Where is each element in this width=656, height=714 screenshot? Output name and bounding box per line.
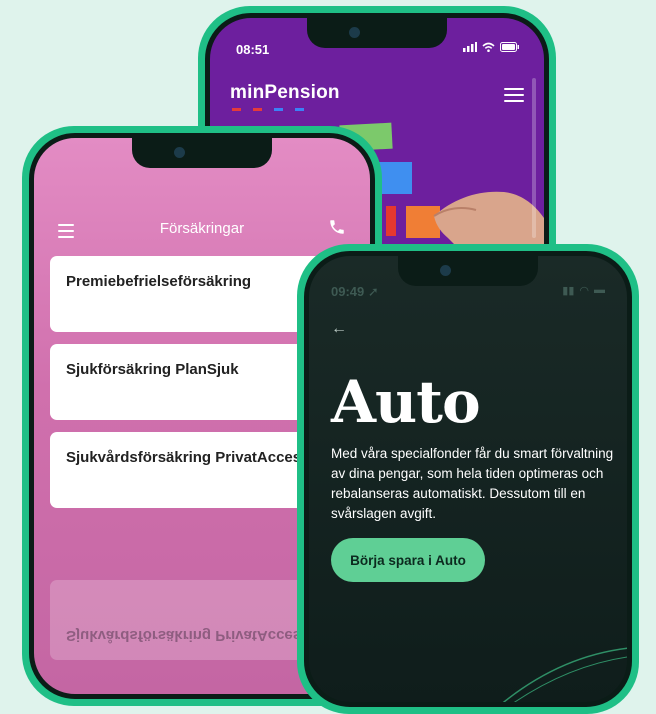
logo-dots <box>232 108 304 111</box>
signal-icon: ▮▮ <box>562 285 575 297</box>
status-icons: ▮▮ ◠ ▬ <box>562 284 605 297</box>
minpension-logo: minPension <box>230 82 340 103</box>
camera-icon <box>174 147 185 158</box>
back-arrow-icon[interactable]: ← <box>331 320 347 338</box>
page-title: Auto <box>331 368 481 436</box>
auto-screen: 09:49 ➚ ▮▮ ◠ ▬ ← Auto Med våra specialfond… <box>304 251 632 707</box>
signal-icon <box>463 42 477 52</box>
status-time: 08:51 <box>236 42 270 57</box>
scrollbar[interactable] <box>532 78 536 238</box>
battery-icon: ▬ <box>594 284 605 296</box>
wifi-icon: ◠ <box>579 285 589 297</box>
battery-icon <box>500 42 519 52</box>
card-label: Sjukförsäkring PlanSjuk <box>66 361 239 378</box>
card-label: Premiebefrielseförsäkring <box>66 273 252 290</box>
camera-icon <box>349 27 360 38</box>
status-time: 09:49 ➚ <box>331 284 379 300</box>
red-block <box>386 206 396 236</box>
location-icon: ➚ <box>367 284 379 299</box>
status-icons <box>463 42 520 52</box>
camera-icon <box>440 265 451 276</box>
phone-icon[interactable] <box>328 218 346 236</box>
wifi-icon <box>482 42 495 52</box>
phone-auto: 09:49 ➚ ▮▮ ◠ ▬ ← Auto Med våra specialfond… <box>297 244 639 714</box>
page-title: Försäkringar <box>159 220 245 237</box>
phone-notch <box>307 18 447 48</box>
phone-notch <box>132 138 272 168</box>
start-saving-button[interactable]: Börja spara i Auto <box>331 538 485 582</box>
phone-notch <box>398 256 538 286</box>
hamburger-menu-icon[interactable] <box>504 88 524 106</box>
description-text: Med våra specialfonder får du smart förv… <box>331 446 614 521</box>
status-time-text: 09:49 <box>331 284 365 299</box>
decorative-swoosh <box>502 647 627 702</box>
